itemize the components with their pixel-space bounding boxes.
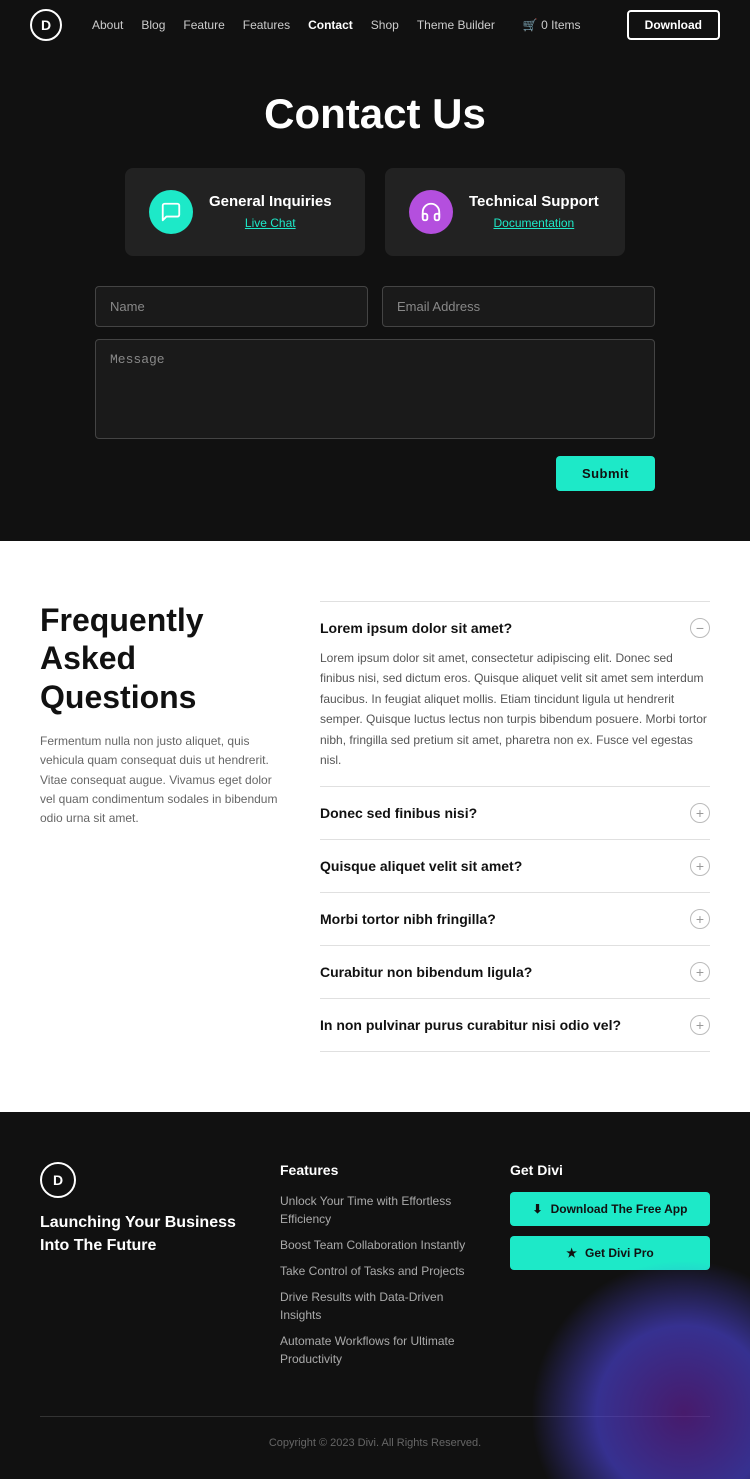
message-textarea[interactable] [95, 339, 655, 439]
nav-cart: 🛒 0 Items [523, 18, 581, 32]
nav-features[interactable]: Features [243, 18, 290, 32]
feature-link-0[interactable]: Unlock Your Time with Effortless Efficie… [280, 1194, 451, 1226]
general-inquiries-info: General Inquiries Live Chat [209, 193, 332, 232]
technical-support-icon-wrap [409, 190, 453, 234]
faq-question-5: In non pulvinar purus curabitur nisi odi… [320, 1017, 621, 1033]
footer-top: D Launching Your Business Into The Futur… [40, 1162, 710, 1376]
faq-answer-0: Lorem ipsum dolor sit amet, consectetur … [320, 648, 710, 770]
faq-toggle-1[interactable]: + [690, 803, 710, 823]
nav-theme-builder[interactable]: Theme Builder [417, 18, 495, 32]
faq-question-0: Lorem ipsum dolor sit amet? [320, 620, 512, 636]
general-inquiries-title: General Inquiries [209, 193, 332, 210]
footer-features-list: Unlock Your Time with Effortless Efficie… [280, 1192, 470, 1368]
footer-features: Features Unlock Your Time with Effortles… [280, 1162, 470, 1376]
feature-link-3[interactable]: Drive Results with Data-Driven Insights [280, 1290, 443, 1322]
contact-section: Contact Us General Inquiries Live Chat [0, 50, 750, 541]
faq-left: Frequently Asked Questions Fermentum nul… [40, 601, 280, 1052]
form-name-email-row [95, 286, 655, 327]
live-chat-link[interactable]: Live Chat [245, 216, 296, 230]
faq-question-2: Quisque aliquet velit sit amet? [320, 858, 522, 874]
page-title: Contact Us [30, 90, 720, 138]
general-inquiries-icon-wrap [149, 190, 193, 234]
faq-item: Quisque aliquet velit sit amet? + [320, 840, 710, 893]
faq-item: Morbi tortor nibh fringilla? + [320, 893, 710, 946]
faq-section: Frequently Asked Questions Fermentum nul… [0, 541, 750, 1112]
documentation-link[interactable]: Documentation [494, 216, 575, 230]
faq-item: Donec sed finibus nisi? + [320, 787, 710, 840]
faq-toggle-5[interactable]: + [690, 1015, 710, 1035]
faq-question-3: Morbi tortor nibh fringilla? [320, 911, 496, 927]
nav-blog[interactable]: Blog [141, 18, 165, 32]
nav-download-button[interactable]: Download [627, 10, 720, 40]
submit-row: Submit [95, 456, 655, 491]
nav-contact[interactable]: Contact [308, 18, 353, 32]
list-item: Drive Results with Data-Driven Insights [280, 1288, 470, 1324]
feature-link-2[interactable]: Take Control of Tasks and Projects [280, 1264, 465, 1278]
nav-about[interactable]: About [92, 18, 123, 32]
technical-support-card: Technical Support Documentation [385, 168, 625, 256]
list-item: Boost Team Collaboration Instantly [280, 1236, 470, 1254]
get-divi-pro-button[interactable]: ★ Get Divi Pro [510, 1236, 710, 1270]
footer-brand: D Launching Your Business Into The Futur… [40, 1162, 240, 1376]
faq-question-row[interactable]: Quisque aliquet velit sit amet? + [320, 856, 710, 876]
faq-question-1: Donec sed finibus nisi? [320, 805, 477, 821]
footer-copyright: Copyright © 2023 Divi. All Rights Reserv… [40, 1416, 710, 1449]
faq-question-row[interactable]: Donec sed finibus nisi? + [320, 803, 710, 823]
faq-item: Curabitur non bibendum ligula? + [320, 946, 710, 999]
technical-support-info: Technical Support Documentation [469, 193, 599, 232]
feature-link-1[interactable]: Boost Team Collaboration Instantly [280, 1238, 465, 1252]
contact-form: Submit [95, 286, 655, 491]
nav-feature[interactable]: Feature [183, 18, 224, 32]
faq-toggle-3[interactable]: + [690, 909, 710, 929]
faq-question-row[interactable]: Morbi tortor nibh fringilla? + [320, 909, 710, 929]
faq-item: Lorem ipsum dolor sit amet? − Lorem ipsu… [320, 601, 710, 787]
download-free-app-button[interactable]: ⬇ Download The Free App [510, 1192, 710, 1226]
faq-item: In non pulvinar purus curabitur nisi odi… [320, 999, 710, 1052]
chat-icon [160, 201, 182, 223]
name-input[interactable] [95, 286, 368, 327]
list-item: Automate Workflows for Ultimate Producti… [280, 1332, 470, 1368]
email-input[interactable] [382, 286, 655, 327]
list-item: Unlock Your Time with Effortless Efficie… [280, 1192, 470, 1228]
nav-logo: D [30, 9, 62, 41]
submit-button[interactable]: Submit [556, 456, 655, 491]
navbar: D About Blog Feature Features Contact Sh… [0, 0, 750, 50]
faq-question-row[interactable]: In non pulvinar purus curabitur nisi odi… [320, 1015, 710, 1035]
faq-heading: Frequently Asked Questions [40, 601, 280, 716]
faq-question-row[interactable]: Curabitur non bibendum ligula? + [320, 962, 710, 982]
footer-get-divi-heading: Get Divi [510, 1162, 710, 1178]
faq-description: Fermentum nulla non justo aliquet, quis … [40, 732, 280, 828]
faq-question-row[interactable]: Lorem ipsum dolor sit amet? − [320, 618, 710, 638]
footer: D Launching Your Business Into The Futur… [0, 1112, 750, 1479]
general-inquiries-card: General Inquiries Live Chat [125, 168, 365, 256]
faq-toggle-2[interactable]: + [690, 856, 710, 876]
footer-tagline: Launching Your Business Into The Future [40, 1212, 240, 1257]
headphone-icon [420, 201, 442, 223]
technical-support-title: Technical Support [469, 193, 599, 210]
footer-logo: D [40, 1162, 76, 1198]
list-item: Take Control of Tasks and Projects [280, 1262, 470, 1280]
faq-items: Lorem ipsum dolor sit amet? − Lorem ipsu… [320, 601, 710, 1052]
faq-question-4: Curabitur non bibendum ligula? [320, 964, 532, 980]
nav-shop[interactable]: Shop [371, 18, 399, 32]
faq-toggle-0[interactable]: − [690, 618, 710, 638]
faq-toggle-4[interactable]: + [690, 962, 710, 982]
footer-features-heading: Features [280, 1162, 470, 1178]
feature-link-4[interactable]: Automate Workflows for Ultimate Producti… [280, 1334, 455, 1366]
contact-cards: General Inquiries Live Chat Technical Su… [30, 168, 720, 256]
footer-get-divi: Get Divi ⬇ Download The Free App ★ Get D… [510, 1162, 710, 1376]
nav-links: About Blog Feature Features Contact Shop… [92, 18, 611, 32]
